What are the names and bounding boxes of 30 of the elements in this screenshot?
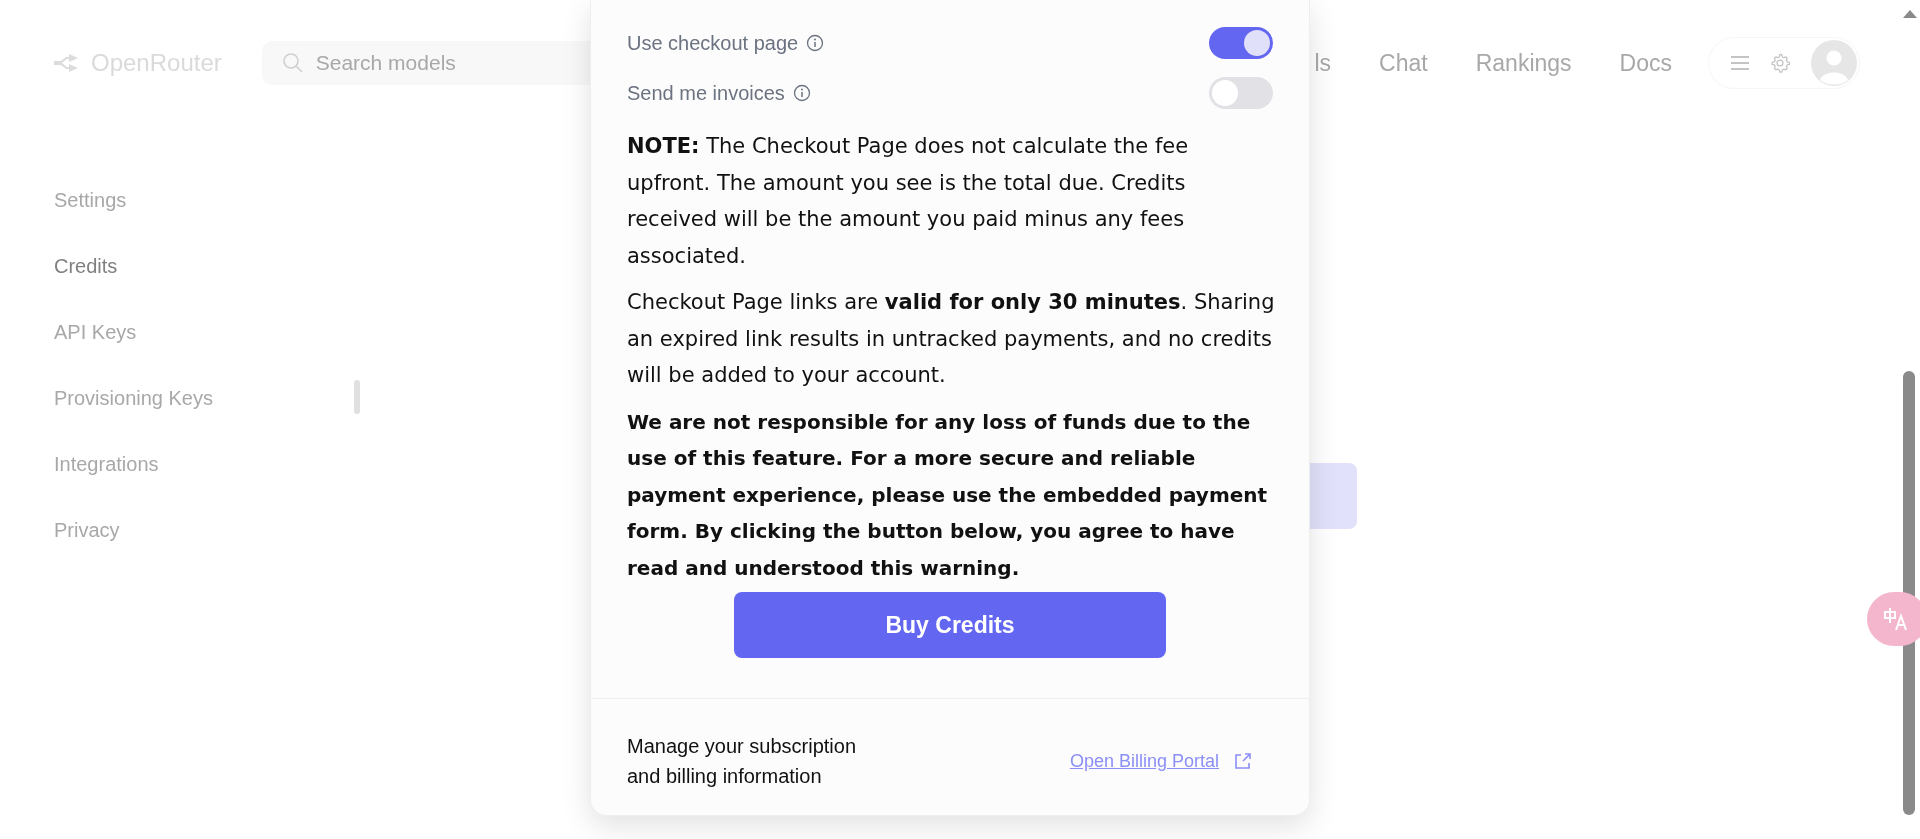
toggle-switch[interactable] — [1209, 27, 1273, 59]
menu-icon[interactable] — [1731, 56, 1749, 70]
external-link-icon — [1233, 751, 1253, 771]
sidebar-item[interactable]: Integrations — [54, 452, 159, 476]
scrollbar-thumb[interactable] — [354, 380, 360, 414]
sidebar-item[interactable]: API Keys — [54, 320, 137, 344]
billing-portal-link[interactable]: Open Billing Portal — [1069, 750, 1219, 772]
sidebar-item[interactable]: Settings — [54, 188, 127, 212]
scroll-up-icon[interactable] — [1903, 10, 1917, 18]
sidebar-item[interactable]: Privacy — [54, 518, 120, 542]
buy-credits-button[interactable]: Buy Credits — [734, 592, 1166, 658]
sidebar-item[interactable]: Credits — [54, 254, 118, 278]
nav-link[interactable]: Rankings — [1475, 49, 1572, 77]
settings-icon[interactable] — [1769, 52, 1791, 74]
search-icon — [281, 52, 304, 74]
notice-text: Checkout Page links are valid for only 30 minutes. Sharing an expired link results in untracked payments, and no credits will be added to your account. — [627, 289, 1276, 389]
nav-link[interactable]: Chat — [1379, 49, 1428, 77]
sidebar-item[interactable]: Provisioning Keys — [54, 386, 213, 410]
nav-link[interactable]: ls — [1314, 49, 1332, 77]
notice-text: NOTE: The Checkout Page does not calculate the fee upfront. The amount you see is the total due. Credits received will be the amount you paid minus any fees associated. — [627, 133, 1190, 270]
nav-link[interactable]: Docs — [1619, 49, 1672, 77]
translate-button[interactable] — [1867, 592, 1920, 646]
billing-info-text: Manage your subscription and billing information — [627, 734, 857, 789]
logo-icon — [53, 52, 79, 74]
translate-icon — [1882, 606, 1908, 632]
info-icon — [792, 84, 811, 102]
toggle-switch[interactable] — [1209, 77, 1273, 109]
info-icon — [806, 34, 825, 52]
avatar-icon[interactable] — [1811, 40, 1857, 86]
notice-text: We are not responsible for any loss of funds due to the use of this feature. For a more secure and reliable payment experience, please use the embedded payment form. By clicking the button below, you agree to have read and understood this warning. — [627, 408, 1269, 582]
